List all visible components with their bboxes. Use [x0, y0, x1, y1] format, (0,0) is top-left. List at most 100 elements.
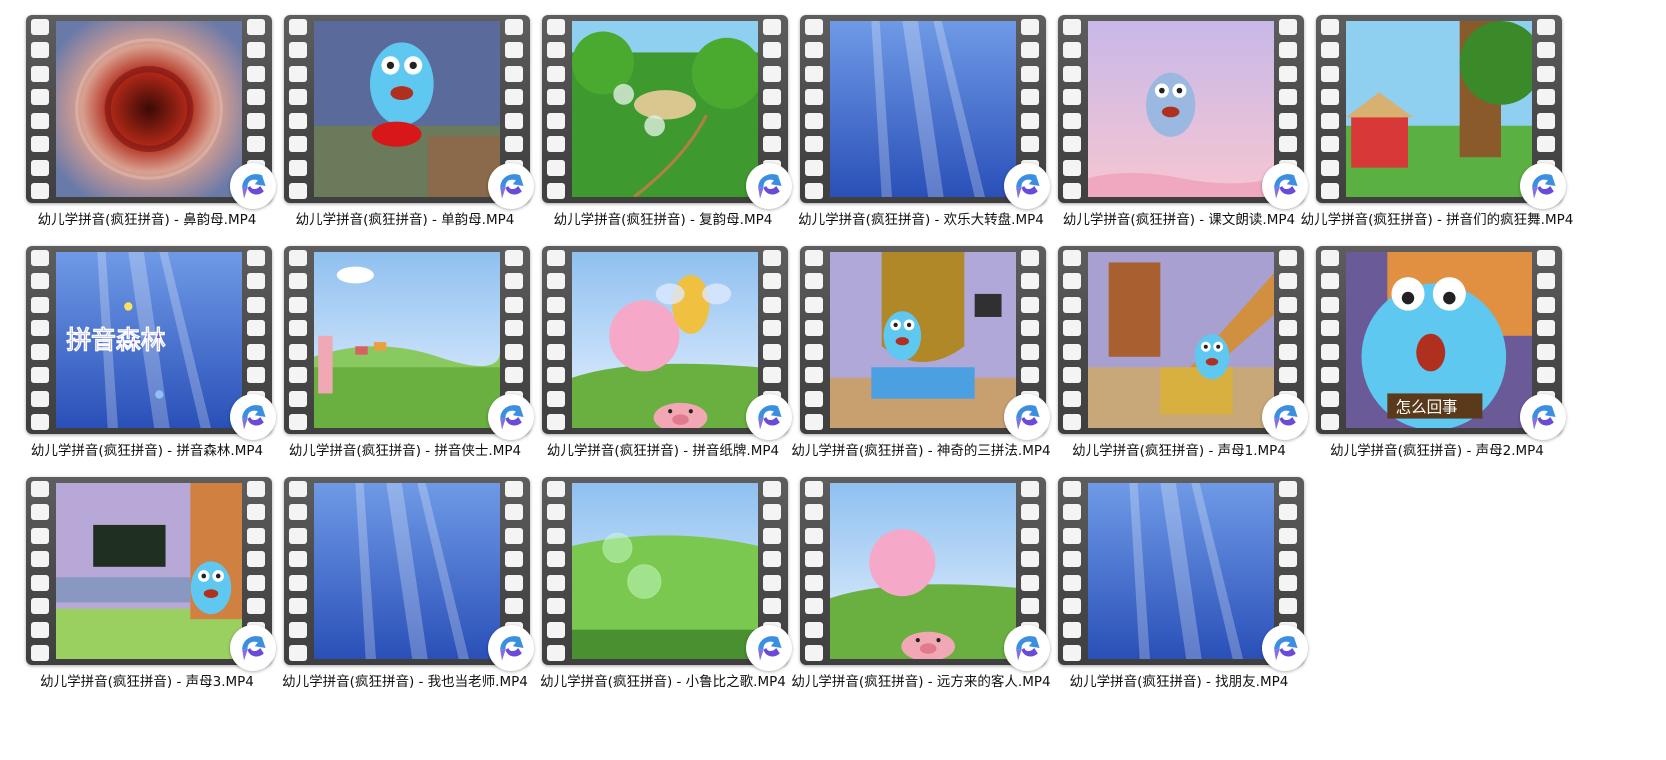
video-player-icon [1520, 394, 1566, 440]
thumbnail-frame [1088, 252, 1274, 428]
film-sprocket-hole [763, 65, 781, 82]
film-sprocket-hole [1321, 42, 1339, 59]
video-thumbnail[interactable] [800, 15, 1050, 209]
file-name[interactable]: 幼儿学拼音(疯狂拼音) - 欢乐大转盘.MP4 [784, 211, 1058, 230]
film-sprocket-hole [1021, 527, 1039, 544]
video-thumbnail[interactable] [1058, 15, 1308, 209]
film-sprocket-hole [547, 250, 565, 266]
file-item[interactable]: 幼儿学拼音(疯狂拼音) - 单韵母.MP4 [280, 15, 534, 245]
file-item[interactable]: 幼儿学拼音(疯狂拼音) - 欢乐大转盘.MP4 [796, 15, 1050, 245]
file-item[interactable]: 幼儿学拼音(疯狂拼音) - 拼音们的疯狂舞.MP4 [1301, 15, 1573, 245]
film-sprocket-hole [547, 644, 565, 661]
film-sprocket-hole [1279, 481, 1297, 497]
thumbnail-image [830, 21, 1016, 197]
video-thumbnail[interactable] [26, 477, 276, 671]
video-thumbnail[interactable]: 怎么回事 [1316, 246, 1566, 440]
film-sprocket-hole [1279, 65, 1297, 82]
file-name[interactable]: 幼儿学拼音(疯狂拼音) - 拼音纸牌.MP4 [526, 442, 800, 461]
film-sprocket-hole [247, 89, 265, 106]
film-sprocket-hole [763, 598, 781, 615]
film-sprocket-hole [805, 551, 823, 568]
file-item[interactable]: 幼儿学拼音(疯狂拼音) - 小鲁比之歌.MP4 [538, 477, 792, 707]
film-sprocket-hole [1537, 19, 1555, 35]
film-sprocket-hole [1279, 273, 1297, 290]
film-sprocket-hole [1063, 159, 1081, 176]
film-sprocket-hole [31, 621, 49, 638]
file-name[interactable]: 幼儿学拼音(疯狂拼音) - 声母1.MP4 [1042, 442, 1316, 461]
video-thumbnail[interactable] [284, 246, 534, 440]
video-player-icon [488, 163, 534, 209]
video-thumbnail[interactable] [284, 15, 534, 209]
film-sprocket-hole [1537, 65, 1555, 82]
file-item[interactable]: 幼儿学拼音(疯狂拼音) - 找朋友.MP4 [1054, 477, 1308, 707]
file-name[interactable]: 幼儿学拼音(疯狂拼音) - 声母3.MP4 [10, 673, 284, 692]
film-sprocket-hole [1021, 504, 1039, 521]
video-player-icon [1520, 163, 1566, 209]
film-sprocket-hole [1021, 89, 1039, 106]
file-item[interactable]: 幼儿学拼音(疯狂拼音) - 鼻韵母.MP4 [22, 15, 276, 245]
video-thumbnail[interactable] [26, 15, 276, 209]
file-name[interactable]: 幼儿学拼音(疯狂拼音) - 拼音森林.MP4 [10, 442, 284, 461]
film-sprocket-hole [805, 19, 823, 35]
film-sprocket-hole [805, 621, 823, 638]
film-sprocket-hole [1021, 273, 1039, 290]
file-name[interactable]: 幼儿学拼音(疯狂拼音) - 拼音侠士.MP4 [268, 442, 542, 461]
file-name[interactable]: 幼儿学拼音(疯狂拼音) - 复韵母.MP4 [526, 211, 800, 230]
thumbnail-image [56, 21, 242, 197]
video-thumbnail[interactable] [542, 15, 792, 209]
file-name[interactable]: 幼儿学拼音(疯狂拼音) - 声母2.MP4 [1300, 442, 1574, 461]
film-sprocket-hole [31, 527, 49, 544]
video-thumbnail[interactable] [1316, 15, 1566, 209]
file-item[interactable]: 幼儿学拼音(疯狂拼音) - 声母1.MP4 [1054, 246, 1308, 476]
file-name[interactable]: 幼儿学拼音(疯狂拼音) - 找朋友.MP4 [1042, 673, 1316, 692]
film-sprocket-hole [289, 504, 307, 521]
video-thumbnail[interactable] [800, 477, 1050, 671]
film-sprocket-hole [763, 136, 781, 153]
film-sprocket-hole [1279, 250, 1297, 266]
film-sprocket-hole [247, 320, 265, 337]
film-sprocket-hole [247, 112, 265, 129]
video-thumbnail[interactable] [542, 477, 792, 671]
thumbnail-frame [572, 21, 758, 197]
film-sprocket-hole [763, 481, 781, 497]
file-item[interactable]: 幼儿学拼音(疯狂拼音) - 我也当老师.MP4 [280, 477, 534, 707]
file-item[interactable]: 幼儿学拼音(疯狂拼音) - 复韵母.MP4 [538, 15, 792, 245]
file-item[interactable]: 幼儿学拼音(疯狂拼音) - 神奇的三拼法.MP4 [791, 246, 1051, 476]
file-item[interactable]: 拼音森林 幼儿学拼音(疯狂拼音) - 拼音森林.MP4 [22, 246, 276, 476]
film-sprocket-hole [247, 250, 265, 266]
film-sprocket-hole [763, 551, 781, 568]
file-name[interactable]: 幼儿学拼音(疯狂拼音) - 小鲁比之歌.MP4 [526, 673, 800, 692]
file-item[interactable]: 怎么回事 幼儿学拼音(疯狂拼音) - 声母2.MP4 [1312, 246, 1566, 476]
video-thumbnail[interactable] [800, 246, 1050, 440]
video-thumbnail[interactable] [542, 246, 792, 440]
film-sprocket-hole [289, 413, 307, 430]
file-name[interactable]: 幼儿学拼音(疯狂拼音) - 单韵母.MP4 [268, 211, 542, 230]
film-sprocket-hole [1537, 89, 1555, 106]
film-sprocket-hole [1279, 527, 1297, 544]
file-name[interactable]: 幼儿学拼音(疯狂拼音) - 鼻韵母.MP4 [10, 211, 284, 230]
film-sprocket-hole [805, 89, 823, 106]
film-strip-left [289, 250, 309, 430]
file-item[interactable]: 幼儿学拼音(疯狂拼音) - 远方来的客人.MP4 [791, 477, 1051, 707]
film-sprocket-hole [289, 273, 307, 290]
film-sprocket-hole [547, 136, 565, 153]
file-name[interactable]: 幼儿学拼音(疯狂拼音) - 远方来的客人.MP4 [784, 673, 1058, 692]
file-name[interactable]: 幼儿学拼音(疯狂拼音) - 我也当老师.MP4 [268, 673, 542, 692]
file-name[interactable]: 幼儿学拼音(疯狂拼音) - 拼音们的疯狂舞.MP4 [1300, 211, 1574, 230]
film-sprocket-hole [289, 159, 307, 176]
film-sprocket-hole [1321, 250, 1339, 266]
film-sprocket-hole [31, 390, 49, 407]
video-thumbnail[interactable] [1058, 246, 1308, 440]
video-player-icon [1004, 394, 1050, 440]
file-name[interactable]: 幼儿学拼音(疯狂拼音) - 神奇的三拼法.MP4 [784, 442, 1058, 461]
video-thumbnail[interactable] [1058, 477, 1308, 671]
file-item[interactable]: 幼儿学拼音(疯狂拼音) - 拼音侠士.MP4 [280, 246, 534, 476]
video-thumbnail[interactable] [284, 477, 534, 671]
file-item[interactable]: 幼儿学拼音(疯狂拼音) - 课文朗读.MP4 [1054, 15, 1308, 245]
video-thumbnail[interactable]: 拼音森林 [26, 246, 276, 440]
file-name[interactable]: 幼儿学拼音(疯狂拼音) - 课文朗读.MP4 [1042, 211, 1316, 230]
film-sprocket-hole [1279, 574, 1297, 591]
file-item[interactable]: 幼儿学拼音(疯狂拼音) - 声母3.MP4 [22, 477, 276, 707]
file-item[interactable]: 幼儿学拼音(疯狂拼音) - 拼音纸牌.MP4 [538, 246, 792, 476]
film-sprocket-hole [763, 112, 781, 129]
